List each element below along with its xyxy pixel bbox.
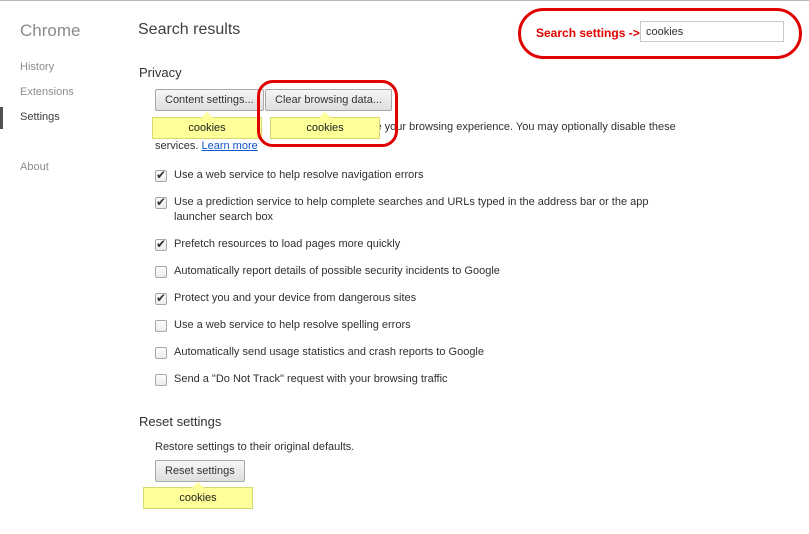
option-row[interactable]: ✔ Use a prediction service to help compl… [155, 195, 695, 225]
option-checkbox[interactable] [155, 374, 167, 386]
checkmark-icon: ✔ [156, 195, 167, 209]
option-row[interactable]: ✔ Prefetch resources to load pages more … [155, 237, 695, 252]
option-label: Use a web service to help resolve naviga… [174, 169, 424, 181]
privacy-description-tail: services. [155, 140, 199, 152]
option-checkbox[interactable]: ✔ [155, 237, 167, 251]
search-match-bubble: cookies [143, 482, 253, 509]
option-row[interactable]: Send a "Do Not Track" request with your … [155, 372, 695, 387]
sidebar-item-about[interactable]: About [20, 161, 49, 173]
option-row[interactable]: Automatically report details of possible… [155, 264, 695, 279]
checkmark-icon: ✔ [156, 291, 167, 305]
sidebar-item-extensions[interactable]: Extensions [20, 86, 74, 98]
page-title: Search results [138, 21, 241, 38]
reset-section-title: Reset settings [139, 414, 222, 429]
option-label: Automatically send usage statistics and … [174, 346, 484, 358]
search-match-bubble: cookies [152, 112, 262, 139]
option-row[interactable]: Use a web service to help resolve spelli… [155, 318, 695, 333]
bubble-pointer [192, 482, 204, 488]
learn-more-link[interactable]: Learn more [201, 140, 257, 152]
option-checkbox[interactable]: ✔ [155, 291, 167, 305]
checkmark-icon: ✔ [156, 168, 167, 182]
option-label: Protect you and your device from dangero… [174, 292, 417, 304]
privacy-description-line2: services. Learn more [155, 137, 258, 155]
bubble-text: cookies [188, 122, 226, 134]
sidebar-brand: Chrome [20, 21, 81, 40]
reset-settings-button[interactable]: Reset settings [155, 460, 245, 482]
option-label: Use a prediction service to help complet… [174, 196, 649, 223]
option-label: Prefetch resources to load pages more qu… [174, 238, 401, 250]
option-row[interactable]: ✔ Use a web service to help resolve navi… [155, 168, 695, 183]
reset-description: Restore settings to their original defau… [155, 441, 355, 453]
sidebar-item-history[interactable]: History [20, 61, 54, 73]
bubble-text: cookies [179, 492, 217, 504]
option-label: Use a web service to help resolve spelli… [174, 319, 411, 331]
option-checkbox[interactable] [155, 347, 167, 359]
option-label: Send a "Do Not Track" request with your … [174, 373, 448, 385]
option-checkbox[interactable] [155, 266, 167, 278]
content-settings-button[interactable]: Content settings... [155, 89, 264, 111]
bubble-pointer [201, 112, 213, 118]
privacy-section-title: Privacy [139, 65, 182, 80]
clear-data-highlight-ring [257, 80, 398, 147]
sidebar-selection-marker [0, 107, 3, 129]
option-checkbox[interactable]: ✔ [155, 195, 167, 209]
option-row[interactable]: Automatically send usage statistics and … [155, 345, 695, 360]
checkmark-icon: ✔ [156, 237, 167, 251]
sidebar-item-settings[interactable]: Settings [20, 111, 60, 123]
option-checkbox[interactable] [155, 320, 167, 332]
option-label: Automatically report details of possible… [174, 265, 500, 277]
option-checkbox[interactable]: ✔ [155, 168, 167, 182]
search-highlight-ring [518, 8, 802, 59]
option-row[interactable]: ✔ Protect you and your device from dange… [155, 291, 695, 306]
privacy-description: ve your browsing experience. You may opt… [370, 121, 676, 133]
